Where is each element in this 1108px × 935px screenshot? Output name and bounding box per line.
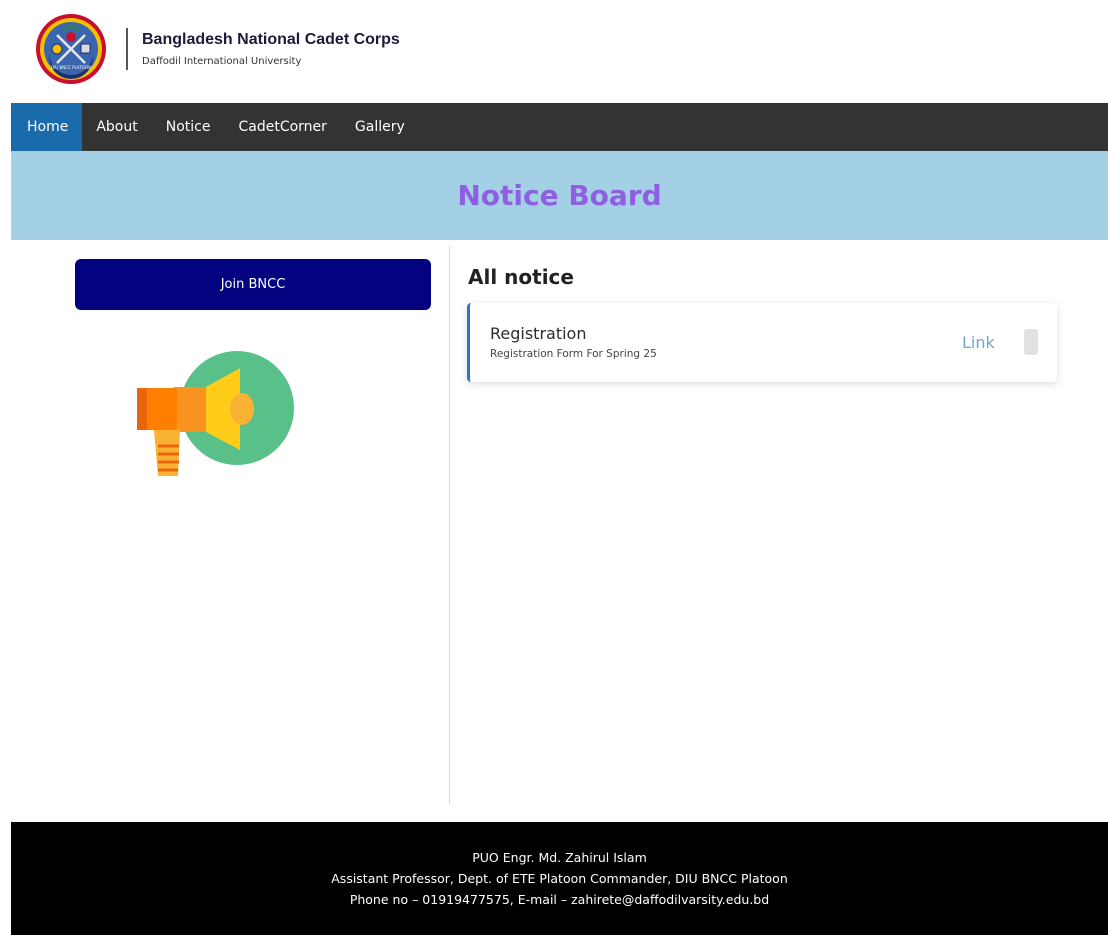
join-bncc-button[interactable]: Join BNCC xyxy=(75,259,431,310)
nav-item-notice[interactable]: Notice xyxy=(152,103,225,151)
footer-designation: Assistant Professor, Dept. of ETE Platoo… xyxy=(331,871,788,886)
header-divider xyxy=(126,28,128,70)
nav-item-cadetcorner[interactable]: CadetCorner xyxy=(224,103,340,151)
nav-item-gallery[interactable]: Gallery xyxy=(341,103,419,151)
notice-description: Registration Form For Spring 25 xyxy=(490,348,657,360)
notice-card: Registration Registration Form For Sprin… xyxy=(467,303,1057,382)
footer-contact: Phone no – 01919477575, E-mail – zahiret… xyxy=(349,892,770,907)
notice-title: Registration xyxy=(490,324,587,343)
page: DIU BNCC PLATOON Bangladesh National Cad… xyxy=(0,0,1108,935)
site-footer: PUO Engr. Md. Zahirul Islam Assistant Pr… xyxy=(11,822,1108,935)
nav-item-about[interactable]: About xyxy=(82,103,151,151)
logo-text: DIU BNCC PLATOON xyxy=(51,65,91,70)
site-header: DIU BNCC PLATOON Bangladesh National Cad… xyxy=(0,0,1108,100)
all-notice-heading: All notice xyxy=(468,265,574,289)
main-nav: Home About Notice CadetCorner Gallery xyxy=(11,103,1108,151)
footer-name: PUO Engr. Md. Zahirul Islam xyxy=(472,850,647,865)
notice-scrollbar[interactable] xyxy=(1024,329,1038,355)
megaphone-icon xyxy=(137,351,294,476)
page-title: Notice Board xyxy=(457,179,662,212)
column-divider xyxy=(449,245,450,805)
site-subtitle: Daffodil International University xyxy=(142,56,302,67)
notice-link[interactable]: Link xyxy=(962,333,995,352)
notice-board-banner: Notice Board xyxy=(11,151,1108,240)
site-title: Bangladesh National Cadet Corps xyxy=(142,31,400,48)
bncc-logo-icon[interactable]: DIU BNCC PLATOON xyxy=(35,13,107,85)
nav-item-home[interactable]: Home xyxy=(11,103,83,151)
